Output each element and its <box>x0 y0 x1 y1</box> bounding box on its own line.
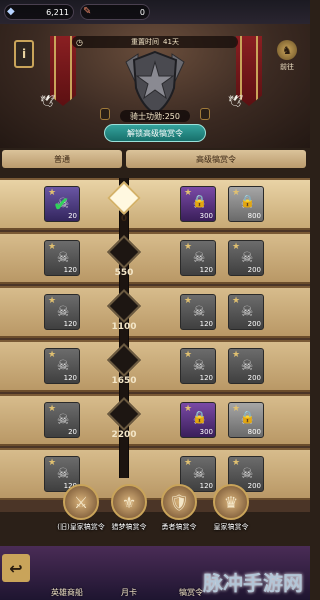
level-label: 1100 <box>111 322 137 332</box>
season-time-label: 重置时间 <box>131 38 160 46</box>
reward-count: 800 <box>247 212 261 220</box>
reward-row: ★ ☠ 20 ★ ☠ 🔒 300 ★ ☠ 🔒 800 <box>0 394 310 446</box>
clock-icon: ◷ <box>76 37 83 47</box>
hunter-portrait-icon: ⚜ <box>111 484 147 520</box>
token-carousel: ⚔ (旧)皇家犒赏令 ⚜ 猎梦犒赏令 🛡 勇者犒赏令 ♛ 皇家犒赏令 <box>0 484 310 546</box>
reward-count: 200 <box>247 266 261 274</box>
reward-count: 200 <box>247 374 261 382</box>
level-label: 550 <box>114 268 134 278</box>
reward-count: 800 <box>247 428 261 436</box>
knight-merit-text: 骑士功勋:250 <box>130 111 180 121</box>
lantern-icon <box>100 108 110 120</box>
reward-row: ★ ☠ ✔ 20 ★ ☠ 🔒 300 ★ ☠ 🔒 800 <box>0 178 310 230</box>
reward-slot[interactable]: ★☠120 <box>44 240 80 276</box>
reward-row: ★☠120 ★☠120 ★☠200 <box>0 286 310 338</box>
unlock-advanced-label: 解锁高级犒赏令 <box>127 128 183 138</box>
watermark: 脉冲手游网 <box>203 570 303 595</box>
goto-button[interactable]: ♞ 前往 <box>270 40 304 76</box>
lantern-icon <box>200 108 210 120</box>
dove-icon-right: 🕊 <box>228 94 244 108</box>
level-label: 0 <box>120 214 128 224</box>
fire-icon: ♞ <box>277 40 297 60</box>
token-label: 皇家犒赏令 <box>213 523 249 531</box>
token-royal[interactable]: ♛ 皇家犒赏令 <box>206 484 256 546</box>
reward-count: 120 <box>63 266 77 274</box>
reward-list[interactable]: ★ ☠ ✔ 20 ★ ☠ 🔒 300 ★ ☠ 🔒 800 ★ ☠ 120 ★ ☠ 120 ★ ☠ 200 ★ ☠ 120 ★ ☠ 1… <box>0 178 310 512</box>
reward-slot[interactable]: ★ ☠ 200 <box>228 348 264 384</box>
brave-portrait-icon: 🛡 <box>161 484 197 520</box>
quill-icon: ✎ <box>83 6 92 17</box>
token-brave[interactable]: 🛡 勇者犒赏令 <box>154 484 204 546</box>
reward-slot[interactable]: ★ ☠ 🔒 800 <box>228 186 264 222</box>
season-timer: ◷ 重置时间 41天 <box>72 36 238 48</box>
reward-row: ★☠120 ★☠120 ★☠200 <box>0 232 310 284</box>
goto-label: 前往 <box>280 63 294 71</box>
royal-portrait-icon: ♛ <box>213 484 249 520</box>
reward-slot[interactable]: ★ ☠ 200 <box>228 240 264 276</box>
reward-slot[interactable]: ★ ☠ 200 <box>228 294 264 330</box>
quills-counter[interactable]: ✎ 0 <box>80 4 150 20</box>
nav-label: 英雄商船 <box>51 588 83 597</box>
reward-slot[interactable]: ★☠120 <box>180 240 216 276</box>
reward-slot[interactable]: ★☠120 <box>180 294 216 330</box>
gems-counter[interactable]: ◆ 6,211 <box>4 4 74 20</box>
reward-count: 120 <box>63 320 77 328</box>
reward-count: 120 <box>199 266 213 274</box>
level-label: 2200 <box>111 430 137 440</box>
lock-icon: 🔒 <box>240 194 255 208</box>
tab-normal-label: 普通 <box>54 154 70 164</box>
knight-merit: 骑士功勋:250 <box>120 110 190 122</box>
unlock-advanced-button[interactable]: 解锁高级犒赏令 <box>104 124 206 142</box>
reward-row: ★☠120 ★☠120 ★☠200 <box>0 340 310 392</box>
nav-monthly-card[interactable]: 月卡 <box>98 587 160 598</box>
reward-slot[interactable]: ★ ☠ 🔒 300 <box>180 402 216 438</box>
level-label: 1650 <box>111 376 137 386</box>
reward-slot[interactable]: ★ ☠ 🔒 800 <box>228 402 264 438</box>
reward-count: 300 <box>199 428 213 436</box>
reward-slot[interactable]: ★ ☠ ✔ 20 <box>44 186 80 222</box>
token-dream-hunt[interactable]: ⚜ 猎梦犒赏令 <box>104 484 154 546</box>
info-button[interactable]: i <box>14 40 34 68</box>
info-icon: i <box>21 47 27 61</box>
tab-advanced[interactable]: 高级犒赏令 <box>126 150 306 168</box>
reward-count: 120 <box>199 320 213 328</box>
reward-tabs: 普通 高级犒赏令 <box>0 150 310 168</box>
reward-count: 20 <box>68 428 77 436</box>
reward-count: 200 <box>247 320 261 328</box>
nav-hero-ship[interactable]: 英雄商船 <box>36 587 98 598</box>
reward-slot[interactable]: ★ ☠ 20 <box>44 402 80 438</box>
tab-advanced-label: 高级犒赏令 <box>196 154 236 164</box>
gems-value: 6,211 <box>46 7 69 17</box>
hero-header: i ◷ 重置时间 41天 🕊 🕊 骑士功勋:250 解锁高级犒赏令 ♞ 前往 <box>0 24 310 148</box>
lock-icon: 🔒 <box>192 194 207 208</box>
lock-icon: 🔒 <box>240 410 255 424</box>
season-time-value: 41天 <box>163 38 179 46</box>
tab-normal[interactable]: 普通 <box>2 150 122 168</box>
knight-portrait-icon: ⚔ <box>63 484 99 520</box>
token-label: 猎梦犒赏令 <box>111 523 147 531</box>
dove-icon-left: 🕊 <box>40 94 56 108</box>
gem-icon: ◆ <box>7 6 15 17</box>
top-bar: ◆ 6,211 ✎ 0 <box>0 0 310 24</box>
nav-label: 月卡 <box>121 588 137 597</box>
reward-count: 20 <box>68 212 77 220</box>
reward-count: 300 <box>199 212 213 220</box>
knight-crest-icon <box>125 50 185 116</box>
reward-count: 120 <box>199 374 213 382</box>
quills-value: 0 <box>139 7 145 17</box>
token-label: (旧)皇家犒赏令 <box>57 523 105 531</box>
reward-slot[interactable]: ★☠120 <box>44 294 80 330</box>
token-old-royal[interactable]: ⚔ (旧)皇家犒赏令 <box>56 484 106 546</box>
reward-slot[interactable]: ★☠120 <box>44 348 80 384</box>
reward-count: 120 <box>63 374 77 382</box>
reward-slot[interactable]: ★ ☠ 🔒 300 <box>180 186 216 222</box>
reward-slot[interactable]: ★☠120 <box>180 348 216 384</box>
back-arrow-icon[interactable]: ↩ <box>2 554 30 582</box>
lock-icon: 🔒 <box>192 410 207 424</box>
token-label: 勇者犒赏令 <box>161 523 197 531</box>
